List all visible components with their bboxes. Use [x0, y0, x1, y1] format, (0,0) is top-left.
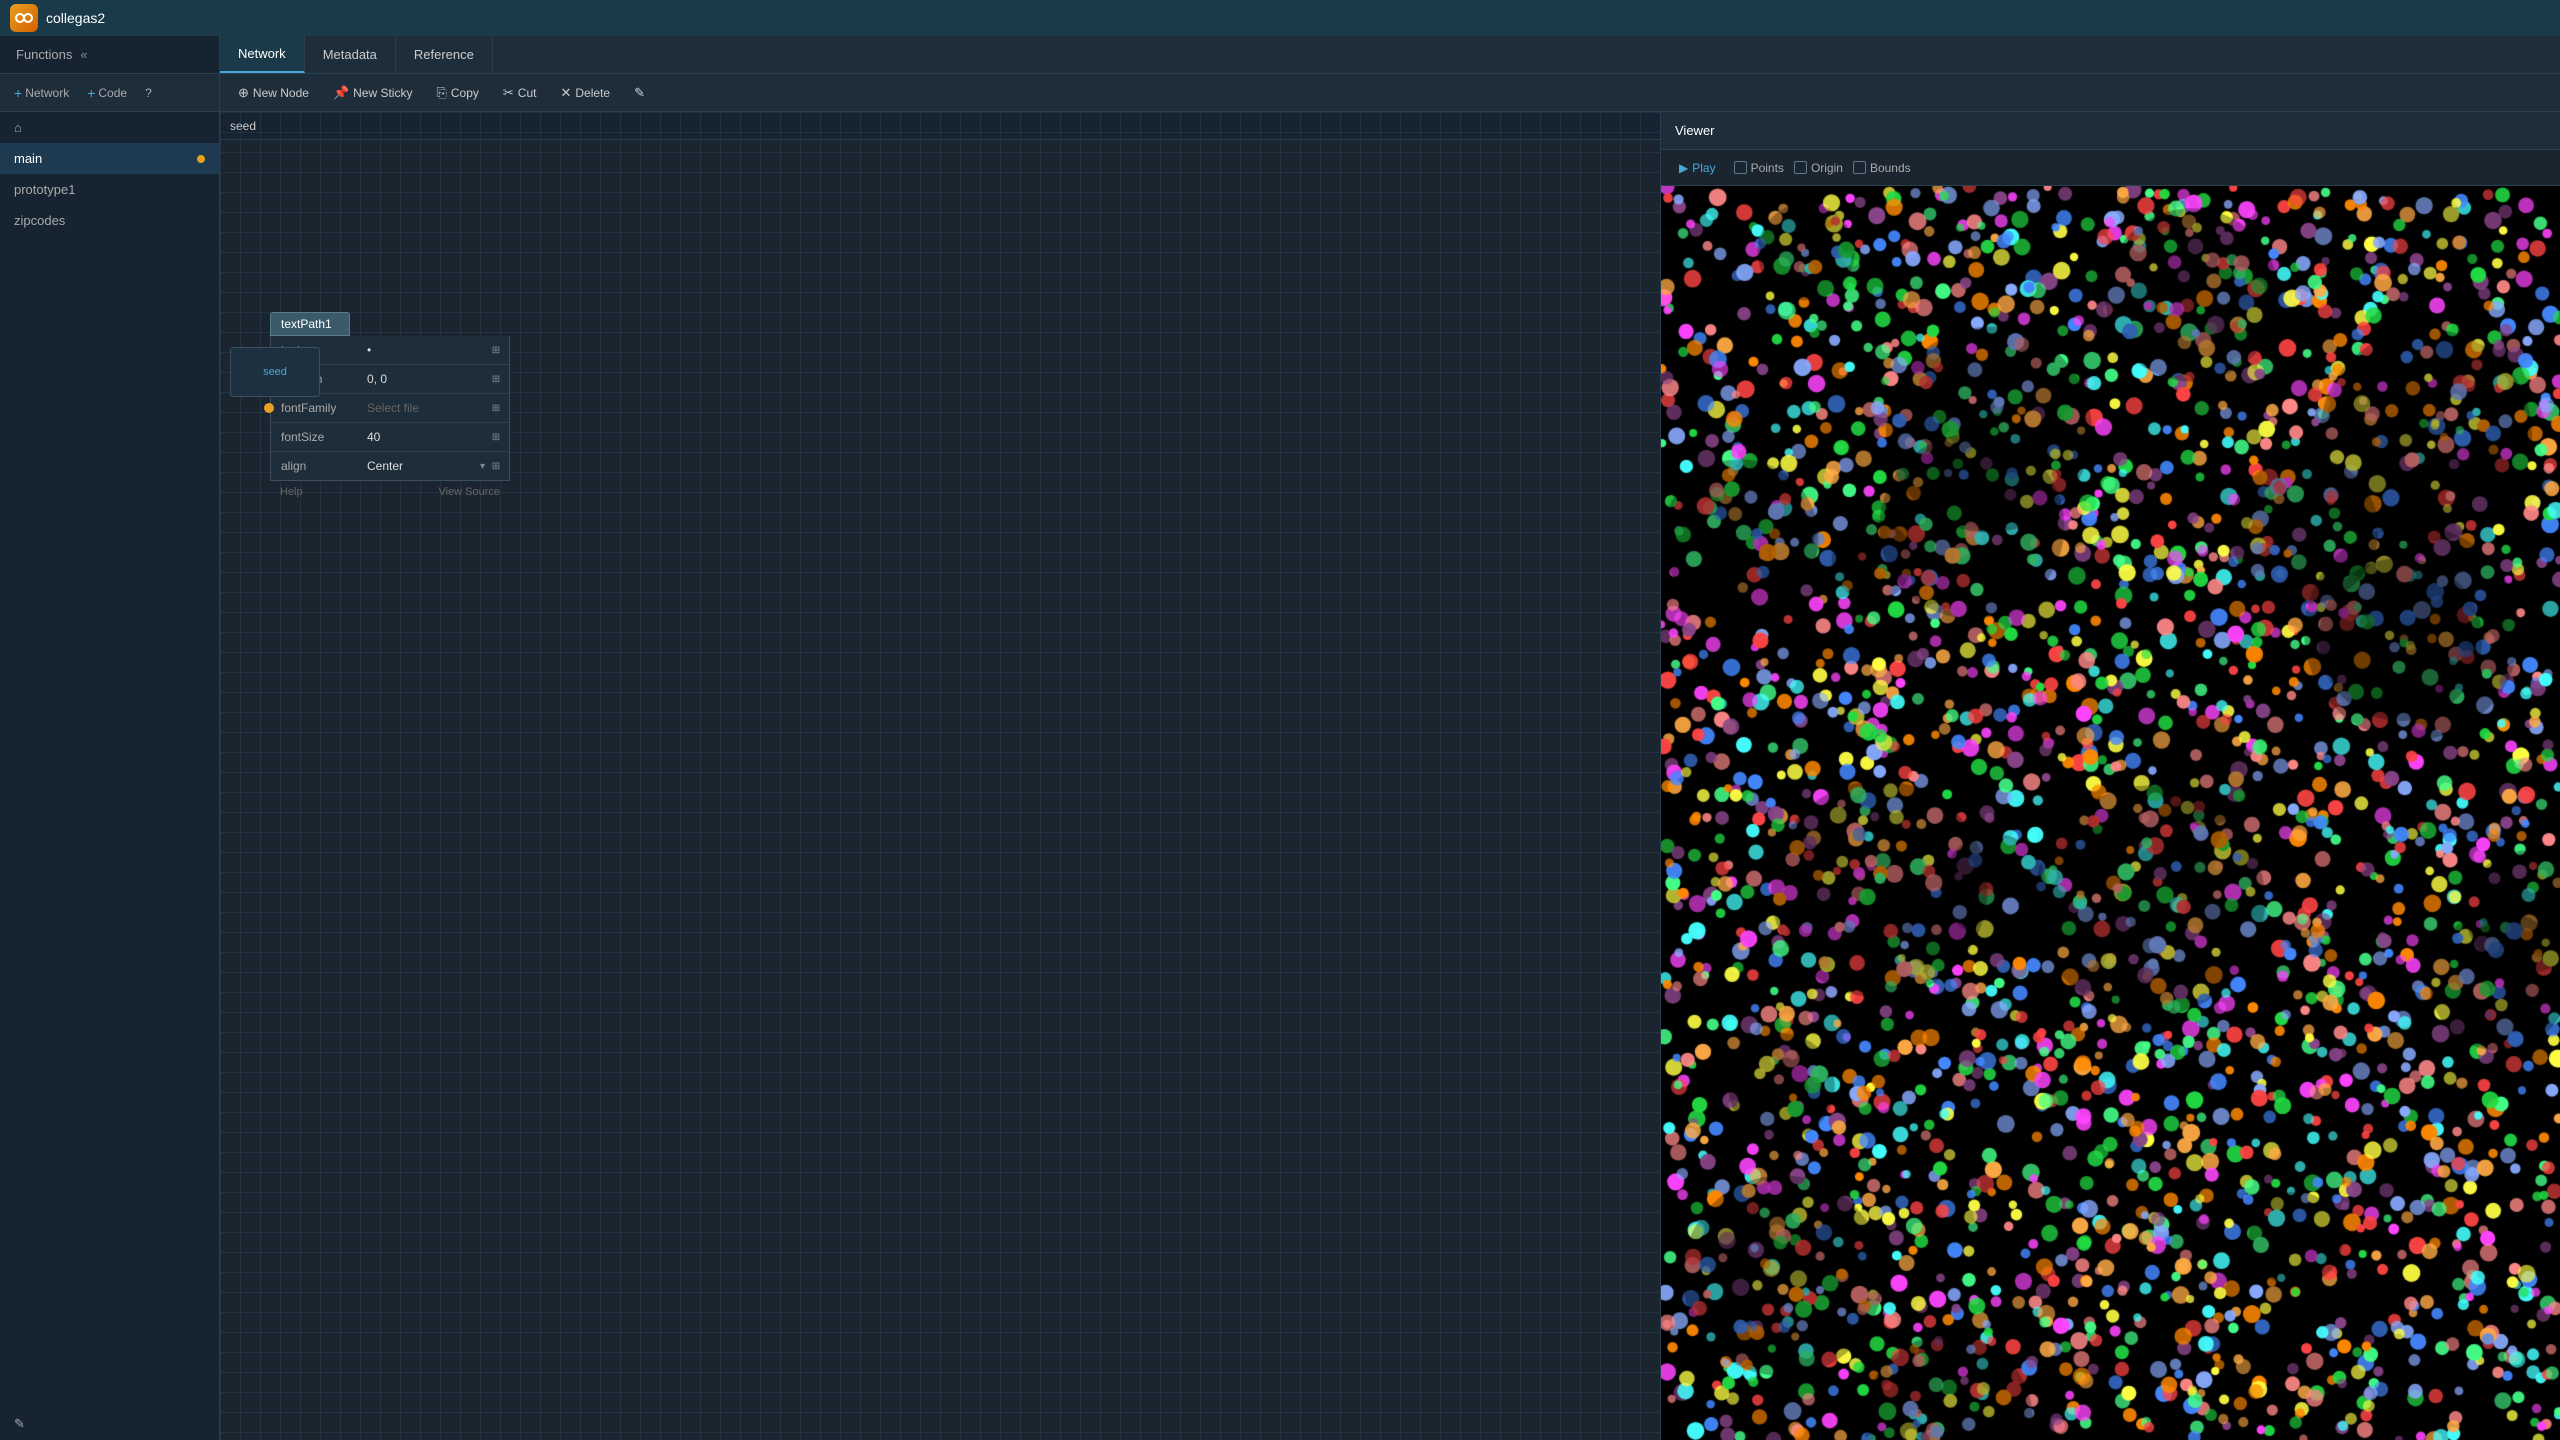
bounds-checkbox[interactable]: Bounds — [1853, 161, 1911, 175]
functions-tab-label: Functions — [16, 47, 72, 62]
add-network-btn[interactable]: + Network — [8, 82, 75, 104]
field-value-text[interactable]: • — [361, 341, 487, 359]
tab-reference[interactable]: Reference — [396, 36, 493, 73]
delete-btn[interactable]: ✕ Delete — [550, 81, 620, 105]
field-label-fontsize: fontSize — [271, 430, 361, 444]
viewer-canvas — [1661, 186, 2560, 1440]
add-code-btn[interactable]: + Code — [81, 82, 133, 104]
help-btn[interactable]: ? — [139, 83, 158, 103]
expand-position-btn[interactable]: ⊞ — [487, 370, 505, 388]
sidebar: ⌂ main prototype1 zipcodes ✎ — [0, 112, 220, 1440]
align-value: Center — [361, 457, 480, 475]
sidebar-home[interactable]: ⌂ — [0, 112, 219, 143]
network-area[interactable]: seed textPath1 text • ⊞ — [220, 112, 1660, 1440]
main-label: main — [14, 151, 42, 166]
viewer-title: Viewer — [1675, 123, 1715, 138]
viewer-panel: Viewer ▶ Play Points Origin Bounds — [1660, 112, 2560, 1440]
field-value-position[interactable]: 0, 0 — [361, 370, 487, 388]
copy-btn[interactable]: ⎘ Copy — [426, 81, 488, 105]
dot-canvas — [1661, 186, 2560, 1440]
zipcodes-label: zipcodes — [14, 213, 65, 228]
node-row-fontfamily: fontFamily Select file ⊞ — [271, 394, 509, 423]
edit-icon: ✎ — [634, 85, 645, 101]
node-title: textPath1 — [281, 317, 332, 331]
node-input-port — [264, 403, 274, 413]
network-canvas[interactable]: textPath1 text • ⊞ position 0, 0 ⊞ — [220, 112, 1660, 1440]
plus-code-icon: + — [87, 85, 95, 101]
cut-btn[interactable]: ✂ Cut — [493, 81, 547, 105]
tab-functions[interactable]: Functions « — [0, 36, 220, 73]
node-row-fontsize: fontSize 40 ⊞ — [271, 423, 509, 452]
node-row-align: align Center ▾ ⊞ — [271, 452, 509, 480]
field-label-fontfamily: fontFamily — [271, 401, 361, 415]
app-title: collegas2 — [46, 10, 105, 26]
play-icon: ▶ — [1679, 161, 1688, 175]
edit-btn[interactable]: ✎ — [624, 81, 655, 105]
add-network-label: Network — [25, 86, 69, 100]
node-header[interactable]: textPath1 — [270, 312, 350, 336]
active-indicator — [197, 155, 205, 163]
prototype1-label: prototype1 — [14, 182, 75, 197]
align-select[interactable]: Center ▾ — [361, 457, 487, 475]
sidebar-item-zipcodes[interactable]: zipcodes — [0, 205, 219, 236]
tab-network[interactable]: Network — [220, 36, 305, 73]
play-btn[interactable]: ▶ Play — [1671, 158, 1724, 178]
expand-fontfamily-btn[interactable]: ⊞ — [487, 399, 505, 417]
field-value-fontsize[interactable]: 40 — [361, 428, 487, 446]
origin-cb-box — [1794, 161, 1807, 174]
tool-bar: + Network + Code ? ⊕ New Node 📌 New Stic… — [0, 74, 2560, 112]
add-code-label: Code — [98, 86, 127, 100]
edit-side-icon: ✎ — [14, 1416, 25, 1432]
new-node-btn[interactable]: ⊕ New Node — [228, 81, 319, 105]
left-toolbar: + Network + Code ? — [0, 74, 220, 111]
node-widget: textPath1 text • ⊞ position 0, 0 ⊞ — [270, 312, 510, 503]
expand-text-btn[interactable]: ⊞ — [487, 341, 505, 359]
right-toolbar: ⊕ New Node 📌 New Sticky ⎘ Copy ✂ Cut ✕ D… — [220, 74, 663, 111]
help-link[interactable]: Help — [280, 486, 303, 498]
top-bar: collegas2 — [0, 0, 2560, 36]
expand-align-btn[interactable]: ⊞ — [487, 457, 505, 475]
seed-node-label: seed — [263, 366, 287, 378]
field-label-align: align — [271, 459, 361, 473]
cut-icon: ✂ — [503, 85, 514, 101]
seed-node[interactable]: seed — [230, 347, 320, 397]
delete-icon: ✕ — [560, 85, 571, 101]
points-checkbox[interactable]: Points — [1734, 161, 1784, 175]
expand-fontsize-btn[interactable]: ⊞ — [487, 428, 505, 446]
origin-checkbox[interactable]: Origin — [1794, 161, 1843, 175]
node-footer: Help View Source — [270, 481, 510, 503]
new-node-icon: ⊕ — [238, 85, 249, 101]
main-layout: ⌂ main prototype1 zipcodes ✎ seed — [0, 112, 2560, 1440]
sidebar-edit[interactable]: ✎ — [0, 1408, 219, 1440]
field-value-fontfamily[interactable]: Select file — [361, 399, 487, 417]
sidebar-item-prototype1[interactable]: prototype1 — [0, 174, 219, 205]
bounds-cb-box — [1853, 161, 1866, 174]
view-source-link[interactable]: View Source — [438, 486, 500, 498]
new-sticky-btn[interactable]: 📌 New Sticky — [323, 81, 423, 105]
sidebar-item-main[interactable]: main — [0, 143, 219, 174]
tab-metadata[interactable]: Metadata — [305, 36, 396, 73]
chevron-down-icon: ▾ — [480, 461, 485, 472]
tab-bar: Functions « Network Metadata Reference — [0, 36, 2560, 74]
home-icon: ⌂ — [14, 120, 22, 135]
viewer-header: Viewer — [1661, 112, 2560, 150]
points-cb-box — [1734, 161, 1747, 174]
plus-icon: + — [14, 85, 22, 101]
viewer-toolbar: ▶ Play Points Origin Bounds — [1661, 150, 2560, 186]
new-sticky-icon: 📌 — [333, 85, 349, 101]
copy-icon: ⎘ — [436, 85, 446, 101]
app-logo — [10, 4, 38, 32]
sidebar-collapse-btn[interactable]: « — [72, 47, 95, 62]
